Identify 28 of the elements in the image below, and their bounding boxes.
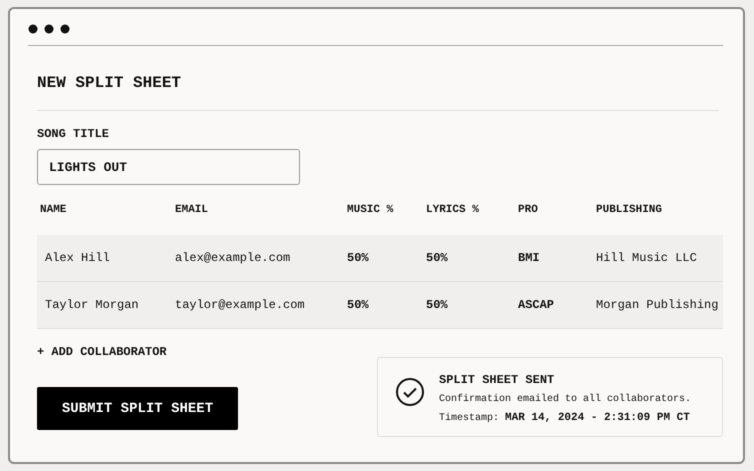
table-cell-text: BMI: [518, 251, 541, 265]
column-header: PRO: [518, 204, 539, 216]
table-cell-text: 50%: [347, 298, 370, 312]
table-cell-text: Hill Music LLC: [596, 251, 698, 265]
table-cell-text: taylor@example.com: [175, 298, 306, 312]
column-header: LYRICS %: [426, 204, 480, 216]
timestamp-text: Timestamp: MAR 14, 2024 - 2:31:09 PM CT: [439, 412, 691, 424]
check-circle-icon: [395, 377, 425, 407]
column-header: MUSIC %: [347, 204, 394, 216]
table-cell-text: 50%: [347, 251, 370, 265]
column-header: EMAIL: [175, 204, 210, 216]
window-dots-icon: [28, 24, 70, 34]
field-label: SONG TITLE: [37, 127, 110, 141]
table-cell-text: alex@example.com: [175, 251, 292, 265]
table-cell-text: Taylor Morgan: [44, 298, 140, 312]
notification-title: SPLIT SHEET SENT: [439, 373, 556, 387]
table-cell-text: 50%: [426, 251, 449, 265]
column-header: PUBLISHING: [596, 204, 664, 216]
add-collaborator-link[interactable]: + ADD COLLABORATOR: [37, 345, 167, 359]
table-cell-text: ASCAP: [518, 298, 556, 312]
table-cell-text: 50%: [426, 298, 449, 312]
song-title-field[interactable]: LIGHTS OUT: [37, 149, 300, 185]
table-cell-text: Alex Hill: [44, 251, 111, 265]
table-cell-text: Morgan Publishing: [596, 298, 720, 312]
submit-button[interactable]: SUBMIT SPLIT SHEET: [37, 387, 238, 430]
column-header: NAME: [39, 204, 68, 216]
notification-message: Confirmation emailed to all collaborators.: [439, 394, 692, 405]
window-title: NEW SPLIT SHEET: [37, 74, 182, 94]
